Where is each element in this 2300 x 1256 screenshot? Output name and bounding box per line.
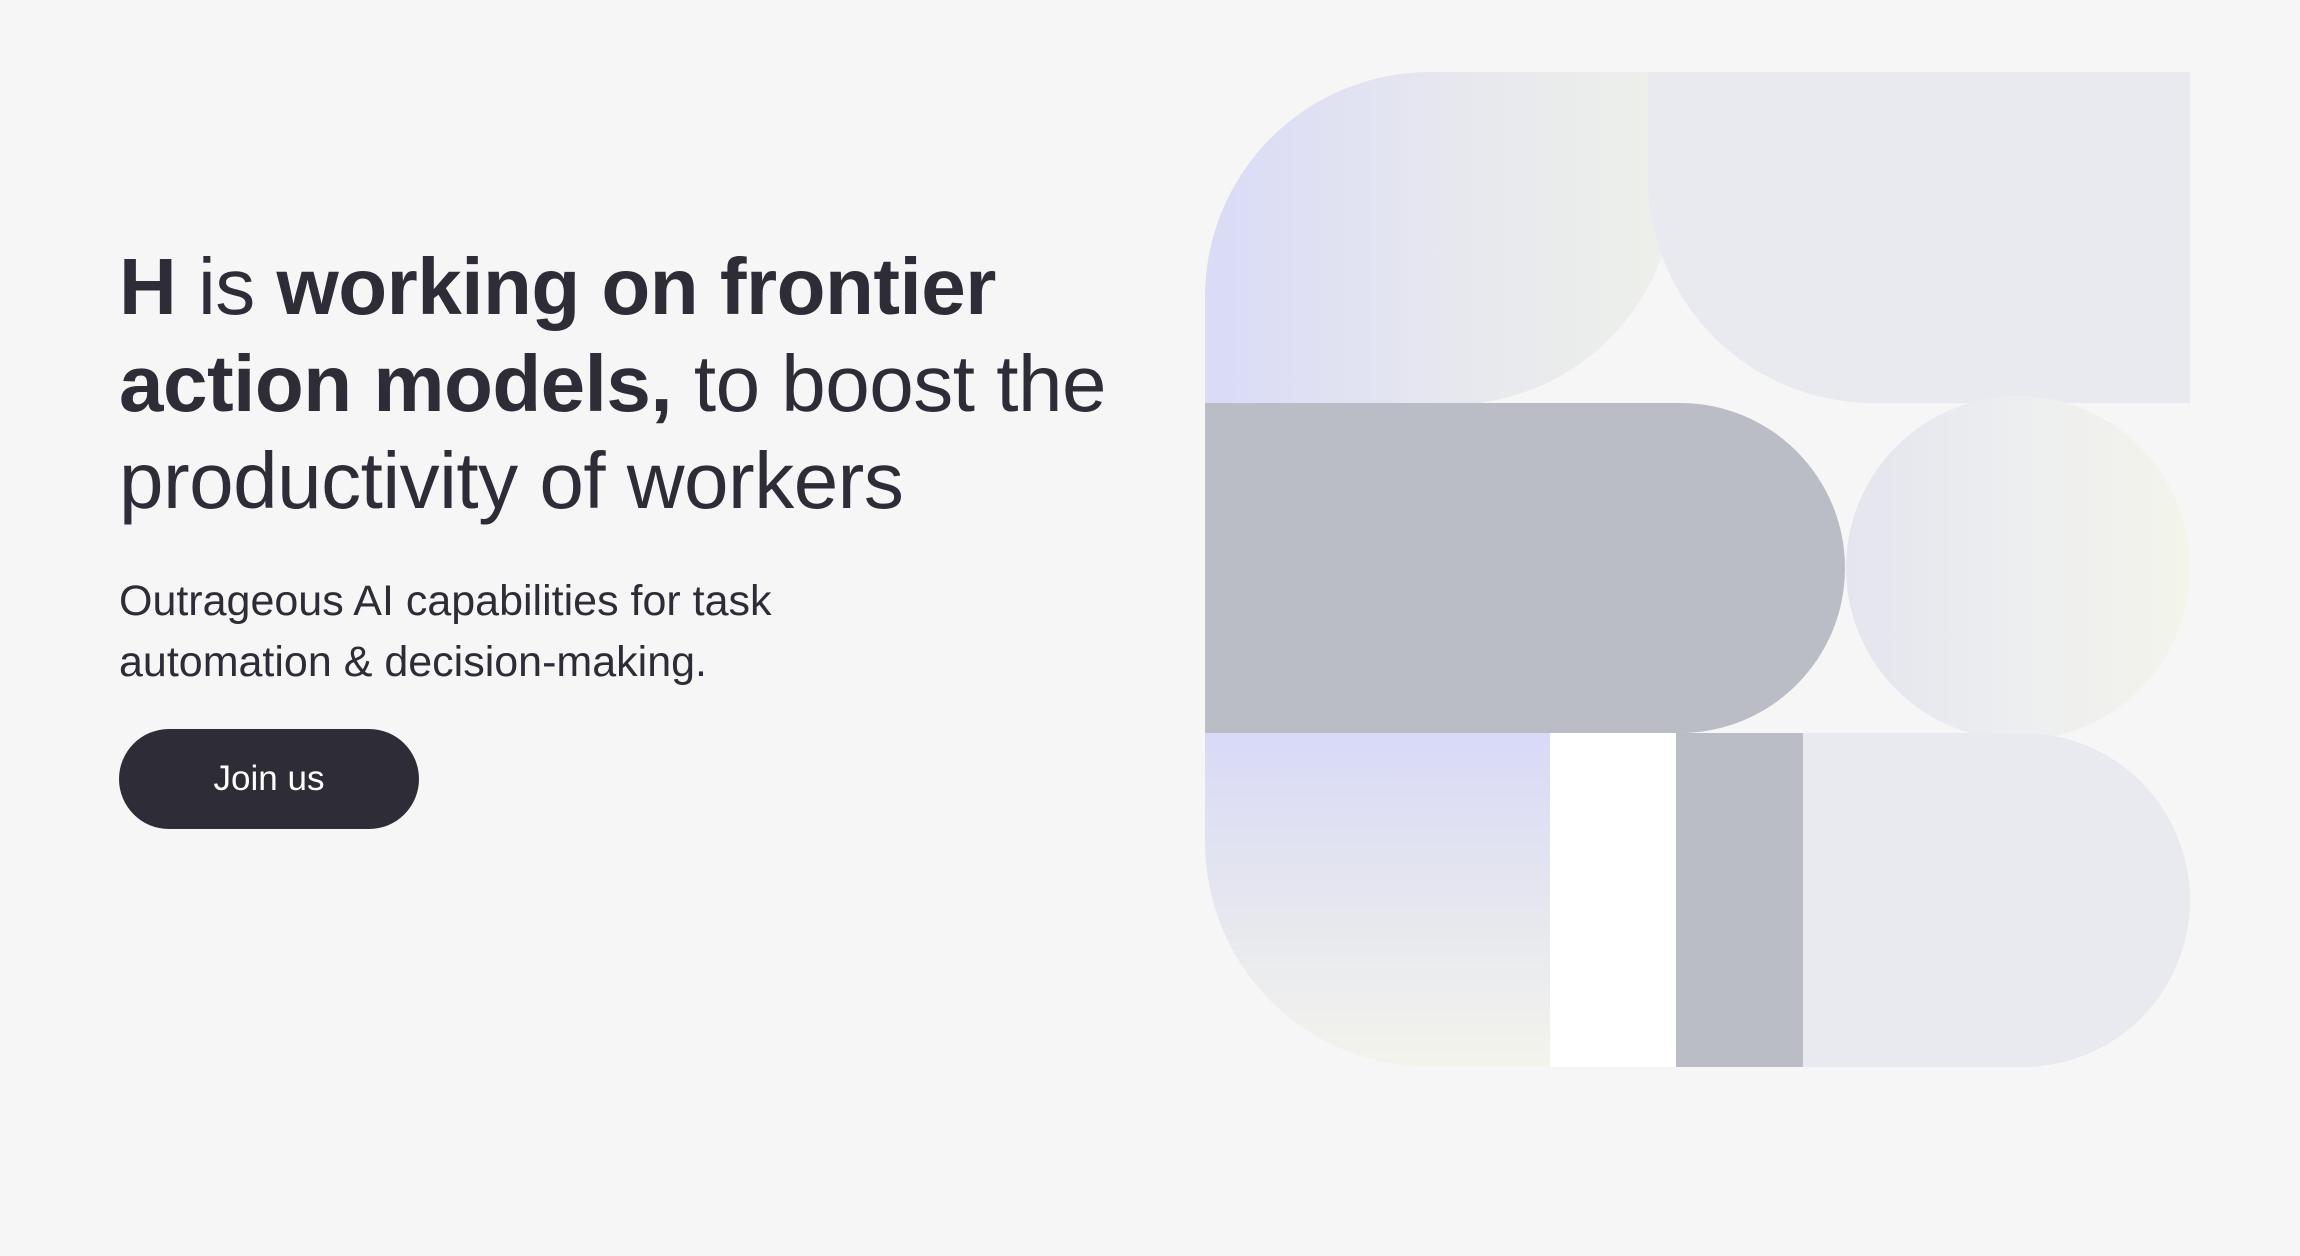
circle-shape-middle xyxy=(1846,396,2190,740)
join-us-button[interactable]: Join us xyxy=(119,729,419,829)
half-pill-bottom-right xyxy=(1803,733,2190,1067)
geometric-illustration xyxy=(1205,72,2190,1067)
headline: H is working on frontier action models, … xyxy=(119,238,1179,529)
gray-bar xyxy=(1676,733,1803,1067)
landing-page: H is working on frontier action models, … xyxy=(0,0,2300,1256)
headline-connector: is xyxy=(176,242,277,331)
pill-shape-middle xyxy=(1205,403,1845,733)
quarter-shape-top-left xyxy=(1205,72,1676,405)
white-bar xyxy=(1550,733,1676,1067)
headline-brand: H xyxy=(119,242,177,331)
quarter-shape-top-right xyxy=(1648,72,2190,403)
quarter-shape-bottom-left xyxy=(1205,733,1550,1067)
hero-text: H is working on frontier action models, … xyxy=(119,238,1179,693)
subtitle: Outrageous AI capabilities for task auto… xyxy=(119,577,772,686)
